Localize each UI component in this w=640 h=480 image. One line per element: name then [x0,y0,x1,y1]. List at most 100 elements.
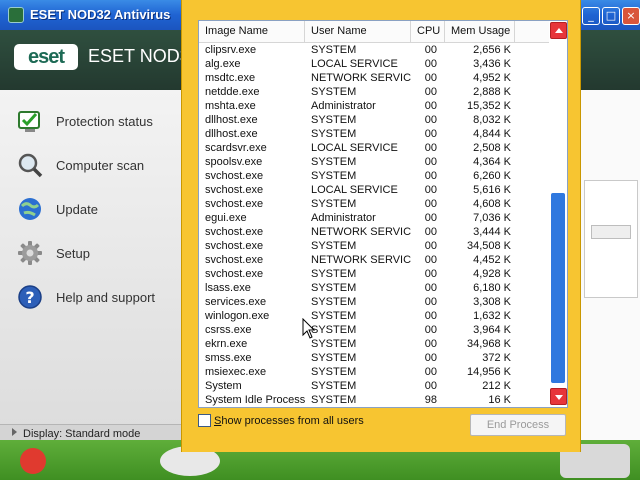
user-name-cell: SYSTEM [311,324,357,336]
sidebar-item-computer-scan[interactable]: Computer scan [16,150,144,180]
triangle-right-icon [12,428,17,436]
cpu-cell: 00 [424,268,437,280]
cpu-cell: 00 [424,170,437,182]
eset-app-icon [8,7,24,23]
vertical-scrollbar[interactable] [549,21,567,407]
show-all-processes-option[interactable]: Show processes from all users [198,414,364,427]
table-row[interactable]: ekrn.exe SYSTEM 00 34,968 K [199,337,549,351]
cpu-cell: 00 [424,310,437,322]
process-name-cell: ekrn.exe [205,338,248,350]
table-row[interactable]: mshta.exe Administrator 00 15,352 K [199,99,549,113]
table-row[interactable]: alg.exe LOCAL SERVICE 00 3,436 K [199,57,549,71]
mouse-cursor-icon [302,318,316,339]
sidebar-item-label: Help and support [56,289,156,305]
user-name-cell: SYSTEM [311,44,357,56]
table-row[interactable]: spoolsv.exe SYSTEM 00 4,364 K [199,155,549,169]
column-header-mem-usage[interactable]: Mem Usage [445,21,515,43]
cpu-cell: 00 [424,128,437,140]
process-name-cell: scardsvr.exe [205,142,267,154]
table-row[interactable]: egui.exe Administrator 00 7,036 K [199,211,549,225]
table-row[interactable]: svchost.exe NETWORK SERVICE 00 4,452 K [199,253,549,267]
mem-usage-cell: 15,352 K [466,100,511,112]
process-name-cell: svchost.exe [205,254,264,266]
process-name-cell: clipsrv.exe [205,44,257,56]
process-name-cell: dllhost.exe [205,114,258,126]
table-row[interactable]: msdtc.exe NETWORK SERVICE 00 4,952 K [199,71,549,85]
column-header-cpu[interactable]: CPU [411,21,445,43]
table-row[interactable]: dllhost.exe SYSTEM 00 4,844 K [199,127,549,141]
table-row[interactable]: scardsvr.exe LOCAL SERVICE 00 2,508 K [199,141,549,155]
table-row[interactable]: clipsrv.exe SYSTEM 00 2,656 K [199,43,549,57]
mem-usage-cell: 8,032 K [473,114,511,126]
process-name-cell: spoolsv.exe [205,156,263,168]
user-name-cell: SYSTEM [311,114,357,126]
eset-logo: eset [14,44,78,70]
process-name-cell: System [205,380,242,392]
cpu-cell: 00 [424,58,437,70]
table-row[interactable]: smss.exe SYSTEM 00 372 K [199,351,549,365]
process-name-cell: msiexec.exe [205,366,267,378]
user-name-cell: SYSTEM [311,198,357,210]
cpu-cell: 00 [424,366,437,378]
table-row[interactable]: csrss.exe SYSTEM 00 3,964 K [199,323,549,337]
mem-usage-cell: 3,436 K [473,58,511,70]
table-row[interactable]: services.exe SYSTEM 00 3,308 K [199,295,549,309]
table-row[interactable]: svchost.exe SYSTEM 00 6,260 K [199,169,549,183]
table-row[interactable]: netdde.exe SYSTEM 00 2,888 K [199,85,549,99]
sidebar-item-setup[interactable]: Setup [16,238,90,268]
mem-usage-cell: 3,964 K [473,324,511,336]
cpu-cell: 00 [424,296,437,308]
cpu-cell: 00 [424,72,437,84]
cpu-cell: 00 [424,240,437,252]
table-row[interactable]: msiexec.exe SYSTEM 00 14,956 K [199,365,549,379]
table-row[interactable]: svchost.exe LOCAL SERVICE 00 5,616 K [199,183,549,197]
minimize-button[interactable]: _ [582,7,600,25]
process-list[interactable]: Image Name User Name CPU Mem Usage clips… [198,20,568,408]
table-row[interactable]: lsass.exe SYSTEM 00 6,180 K [199,281,549,295]
sidebar-item-help-and-support[interactable]: ? Help and support [16,282,155,312]
user-name-cell: SYSTEM [311,296,357,308]
maximize-button[interactable]: □ [602,7,620,25]
scroll-thumb[interactable] [551,193,565,383]
end-process-button[interactable]: End Process [470,414,566,436]
cpu-cell: 00 [424,212,437,224]
table-row[interactable]: winlogon.exe SYSTEM 00 1,632 K [199,309,549,323]
table-row[interactable]: System SYSTEM 00 212 K [199,379,549,393]
user-name-cell: SYSTEM [311,338,357,350]
column-header-image-name[interactable]: Image Name [199,21,305,43]
mem-usage-cell: 14,956 K [466,366,511,378]
show-all-processes-checkbox[interactable] [198,414,211,427]
mem-usage-cell: 372 K [482,352,511,364]
magnifier-icon [16,151,44,179]
task-manager-window: Image Name User Name CPU Mem Usage clips… [181,0,581,452]
table-row[interactable]: svchost.exe SYSTEM 00 34,508 K [199,239,549,253]
table-row[interactable]: dllhost.exe SYSTEM 00 8,032 K [199,113,549,127]
user-name-cell: SYSTEM [311,394,357,406]
cpu-cell: 00 [424,198,437,210]
user-name-cell: SYSTEM [311,240,357,252]
close-button[interactable]: × [622,7,640,25]
column-header-user-name[interactable]: User Name [305,21,411,43]
sidebar-nav: Protection status Computer scan Update S… [0,90,188,442]
cpu-cell: 00 [424,86,437,98]
mem-usage-cell: 6,260 K [473,170,511,182]
scroll-down-button[interactable] [550,388,567,405]
process-name-cell: svchost.exe [205,184,264,196]
table-row[interactable]: System Idle Process SYSTEM 98 16 K [199,393,549,407]
process-name-cell: netdde.exe [205,86,260,98]
cpu-cell: 00 [424,282,437,294]
sidebar-item-protection-status[interactable]: Protection status [16,106,153,136]
process-name-cell: smss.exe [205,352,252,364]
process-name-cell: svchost.exe [205,240,264,252]
table-row[interactable]: svchost.exe SYSTEM 00 4,608 K [199,197,549,211]
show-all-processes-label: Show processes from all users [214,414,364,427]
sidebar-item-update[interactable]: Update [16,194,98,224]
cpu-cell: 00 [424,254,437,266]
table-row[interactable]: svchost.exe NETWORK SERVICE 00 3,444 K [199,225,549,239]
cpu-cell: 00 [424,114,437,126]
table-row[interactable]: svchost.exe SYSTEM 00 4,928 K [199,267,549,281]
display-mode-label: Display: Standard mode [23,428,141,440]
sidebar-item-label: Setup [56,245,90,261]
mem-usage-cell: 1,632 K [473,310,511,322]
scroll-up-button[interactable] [550,22,567,39]
